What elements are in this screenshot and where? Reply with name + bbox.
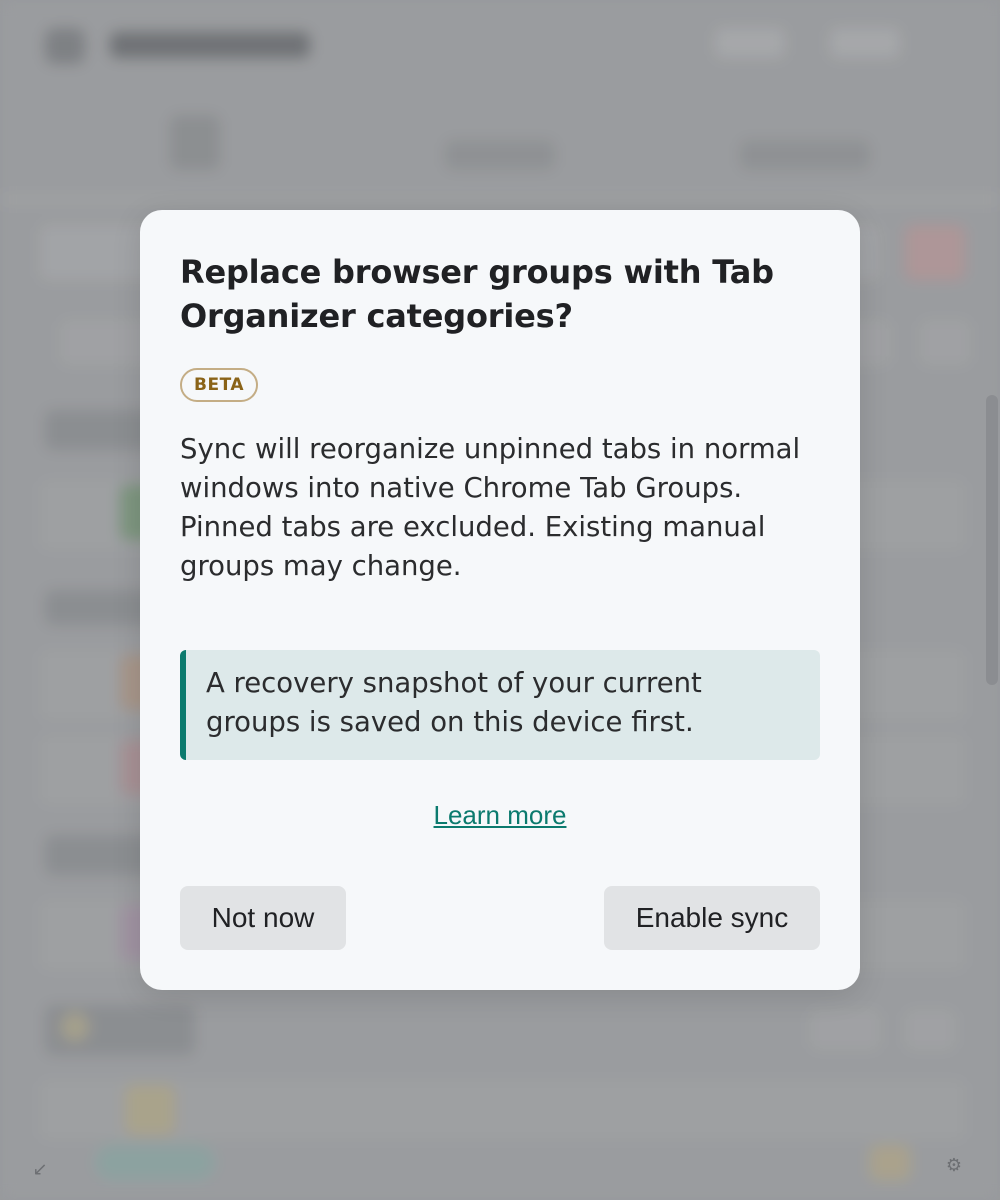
dialog-body-text: Sync will reorganize unpinned tabs in no…	[180, 433, 801, 582]
recovery-note-text: A recovery snapshot of your current grou…	[206, 667, 702, 738]
not-now-button[interactable]: Not now	[180, 886, 346, 950]
enable-sync-button[interactable]: Enable sync	[604, 886, 820, 950]
dialog-title: Replace browser groups with Tab Organize…	[180, 253, 774, 335]
dialog-actions: Not now Enable sync	[180, 886, 820, 950]
recovery-note: A recovery snapshot of your current grou…	[180, 650, 820, 760]
sync-confirm-dialog: Replace browser groups with Tab Organize…	[140, 210, 860, 990]
beta-badge: BETA	[180, 368, 259, 402]
learn-more-link[interactable]: Learn more	[180, 798, 820, 832]
